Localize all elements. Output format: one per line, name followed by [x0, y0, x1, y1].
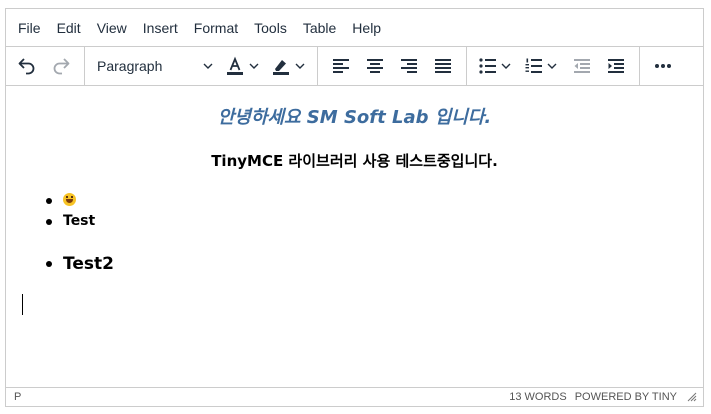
menu-insert[interactable]: Insert — [135, 14, 186, 42]
block-format-select[interactable]: Paragraph — [91, 49, 219, 83]
resize-handle-icon[interactable] — [687, 392, 697, 402]
highlight-icon — [273, 60, 289, 75]
menu-format[interactable]: Format — [186, 14, 246, 42]
bullet-list-icon — [479, 58, 496, 74]
outdent-button[interactable] — [565, 49, 599, 83]
chevron-down-icon — [249, 63, 259, 69]
word-count[interactable]: 13 WORDS — [509, 391, 566, 403]
more-icon — [655, 64, 671, 68]
chevron-down-icon — [203, 63, 213, 69]
list-group — [467, 47, 640, 85]
menu-table[interactable]: Table — [295, 14, 344, 42]
align-center-icon — [367, 59, 383, 73]
bullet-list: Test2 — [46, 252, 114, 276]
element-path[interactable]: P — [14, 391, 21, 403]
chevron-down-icon — [501, 63, 511, 69]
text-color-button[interactable] — [219, 49, 265, 83]
tinymce-editor: File Edit View Insert Format Tools Table… — [5, 8, 704, 407]
text-color-icon — [227, 56, 243, 75]
editor-content-area[interactable]: 안녕하세요 SM Soft Lab 입니다. TinyMCE 라이브러리 사용 … — [6, 86, 703, 388]
align-right-icon — [401, 59, 417, 73]
menubar: File Edit View Insert Format Tools Table… — [6, 9, 703, 47]
statusbar-right: 13 WORDS POWERED BY TINY — [509, 391, 697, 403]
list-item: Test — [46, 211, 95, 232]
align-left-icon — [333, 59, 349, 73]
chevron-down-icon — [295, 63, 305, 69]
align-justify-icon — [435, 59, 451, 73]
content-subheading: TinyMCE 라이브러리 사용 테스트중입니다. — [211, 152, 498, 170]
menu-tools[interactable]: Tools — [246, 14, 295, 42]
outdent-icon — [574, 59, 590, 73]
more-button[interactable] — [646, 49, 680, 83]
numbered-list-icon — [525, 58, 542, 73]
bullet-list-button[interactable] — [473, 49, 519, 83]
history-group — [6, 47, 85, 85]
grinning-emoji-icon — [63, 192, 76, 206]
redo-button[interactable] — [44, 49, 78, 83]
chevron-down-icon — [547, 63, 557, 69]
block-format-label: Paragraph — [97, 58, 163, 74]
align-justify-button[interactable] — [426, 49, 460, 83]
toolbar: Paragraph — [6, 47, 703, 86]
menu-help[interactable]: Help — [344, 14, 389, 42]
undo-icon — [18, 58, 35, 75]
align-center-button[interactable] — [358, 49, 392, 83]
format-group: Paragraph — [85, 47, 318, 85]
redo-icon — [53, 58, 70, 75]
menu-view[interactable]: View — [89, 14, 135, 42]
align-group — [318, 47, 467, 85]
undo-button[interactable] — [10, 49, 44, 83]
menu-edit[interactable]: Edit — [49, 14, 89, 42]
content-heading: 안녕하세요 SM Soft Lab 입니다. — [217, 107, 492, 128]
list-item: Test2 — [46, 252, 114, 276]
indent-button[interactable] — [599, 49, 633, 83]
text-cursor — [22, 294, 23, 315]
numbered-list-button[interactable] — [519, 49, 565, 83]
more-group — [640, 47, 686, 85]
bullet-list: Test — [46, 190, 95, 232]
align-left-button[interactable] — [324, 49, 358, 83]
powered-by-link[interactable]: POWERED BY TINY — [575, 391, 677, 403]
menu-file[interactable]: File — [10, 14, 49, 42]
statusbar: P 13 WORDS POWERED BY TINY — [6, 387, 703, 406]
indent-icon — [608, 59, 624, 73]
align-right-button[interactable] — [392, 49, 426, 83]
list-item — [46, 190, 95, 211]
highlight-color-button[interactable] — [265, 49, 311, 83]
